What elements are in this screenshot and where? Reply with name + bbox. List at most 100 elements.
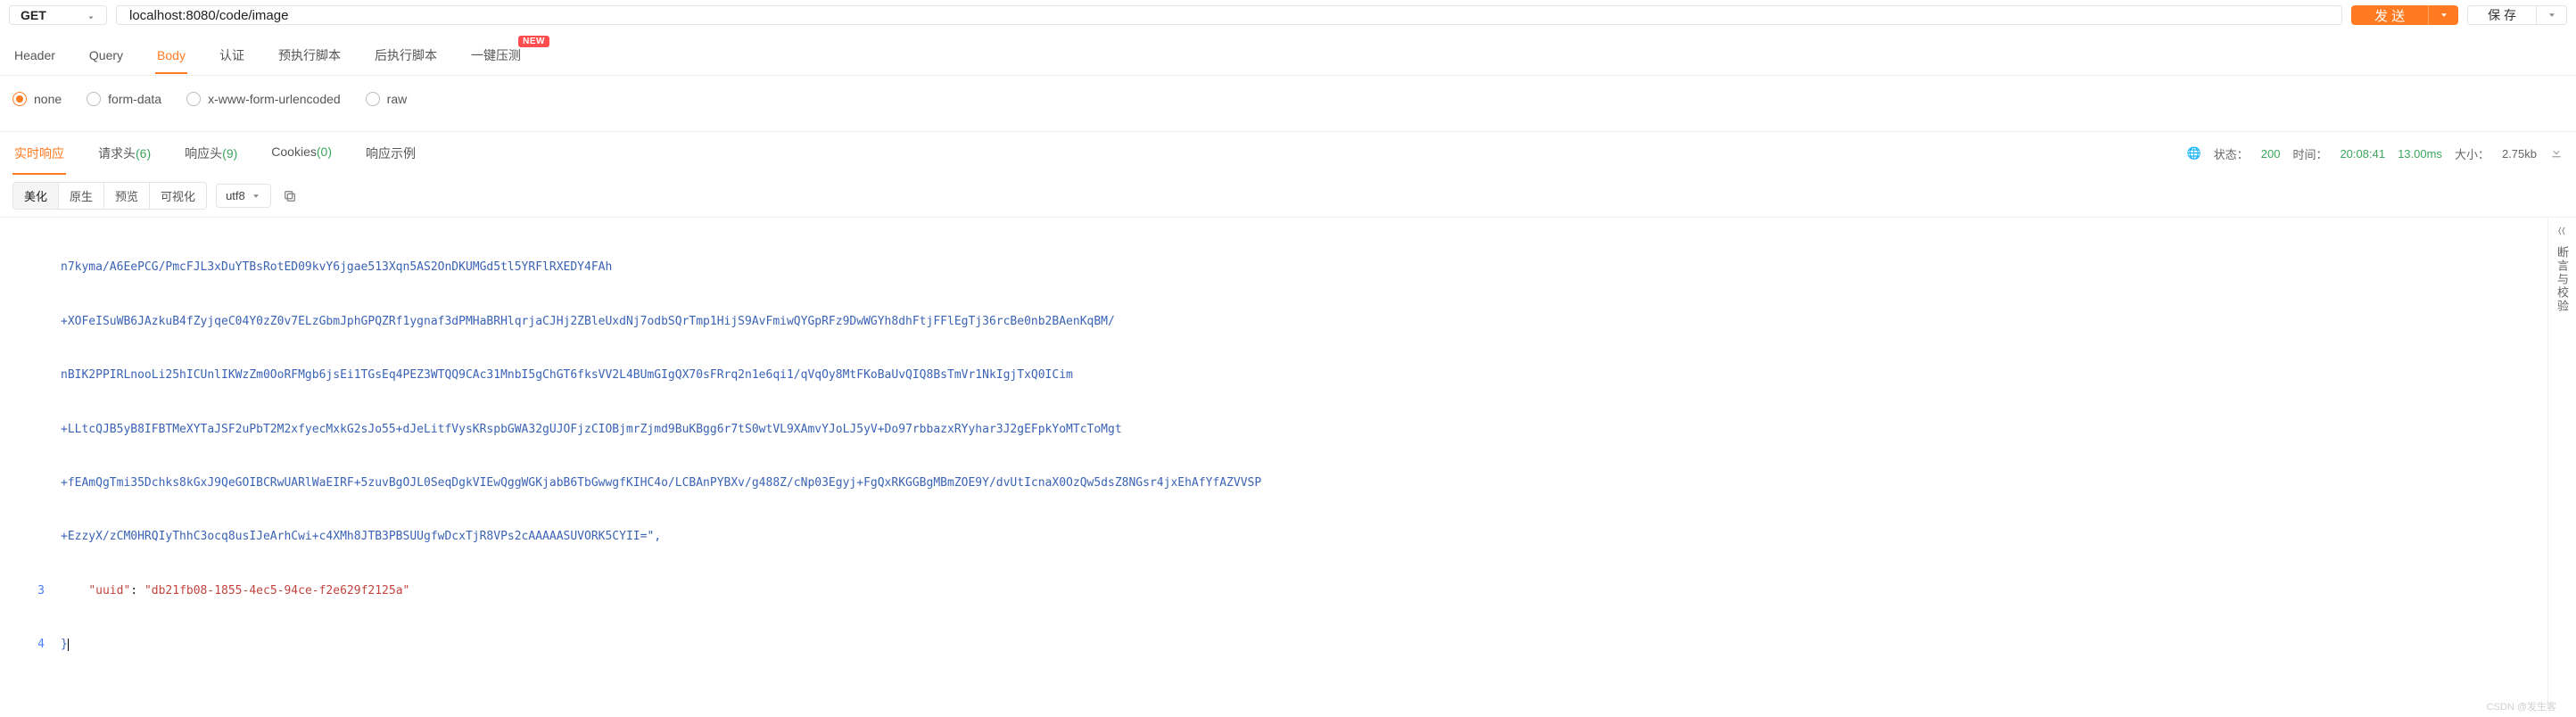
response-tabs: 实时响应 请求头(6) 响应头(9) Cookies(0) 响应示例	[12, 132, 417, 175]
request-row: GET localhost:8080/code/image 发 送 保 存	[0, 0, 2576, 30]
resp-tab-label: 响应头	[185, 146, 222, 161]
status-code: 200	[2261, 147, 2281, 161]
code-line: +XOFeISuWB6JAzkuB4fZyjqeC04Y0zZ0v7ELzGbm…	[61, 313, 2540, 331]
save-button[interactable]: 保 存	[2467, 5, 2537, 25]
collapse-icon[interactable]	[2556, 225, 2569, 237]
send-button-group: 发 送	[2351, 5, 2458, 25]
seg-pretty[interactable]: 美化	[13, 183, 59, 209]
http-method-select[interactable]: GET	[9, 5, 107, 25]
editor-row: +fEAmQgTmi35Dchks8kGxJ9QeGOIBCRwUARlWaEI…	[7, 474, 2540, 492]
tab-load-test-label: 一键压测	[471, 48, 521, 62]
resp-tab-label: 请求头	[98, 146, 136, 161]
response-header: 实时响应 请求头(6) 响应头(9) Cookies(0) 响应示例 🌐 状态：…	[0, 131, 2576, 175]
body-type-form-data[interactable]: form-data	[87, 92, 161, 106]
save-dropdown[interactable]	[2537, 5, 2567, 25]
count-badge: (9)	[222, 146, 237, 161]
radio-label: raw	[387, 92, 408, 106]
time-value: 20:08:41	[2340, 147, 2385, 161]
tab-header[interactable]: Header	[12, 41, 57, 73]
tab-load-test[interactable]: 一键压测 NEW	[469, 39, 523, 75]
line-number	[7, 259, 61, 276]
editor-row: n7kyma/A6EePCG/PmcFJL3xDuYTBsRotED09kvY6…	[7, 259, 2540, 276]
line-number: 4	[7, 636, 61, 654]
size-label: 大小：	[2455, 145, 2489, 162]
body-type-x-www-form-urlencoded[interactable]: x-www-form-urlencoded	[186, 92, 341, 106]
line-number	[7, 528, 61, 546]
tab-auth[interactable]: 认证	[218, 39, 246, 75]
resp-tab-label: Cookies	[271, 144, 317, 159]
response-body-wrap: n7kyma/A6EePCG/PmcFJL3xDuYTBsRotED09kvY6…	[0, 218, 2576, 708]
assertions-sidebar: 断言与校验	[2547, 218, 2576, 708]
body-type-options: none form-data x-www-form-urlencoded raw	[0, 76, 2576, 131]
save-button-group: 保 存	[2467, 5, 2567, 25]
code-line: nBIK2PPIRLnooLi25hICUnlIKWzZm0OoRFMgb6js…	[61, 367, 2540, 384]
chevron-down-icon	[87, 11, 95, 20]
cursor-icon	[68, 639, 69, 651]
seg-visualize[interactable]: 可视化	[150, 183, 206, 209]
duration-value: 13.00ms	[2398, 147, 2442, 161]
resp-tab-request-headers[interactable]: 请求头(6)	[96, 132, 153, 175]
new-badge: NEW	[518, 36, 549, 47]
line-number	[7, 367, 61, 384]
radio-icon	[12, 92, 27, 106]
status-label: 状态：	[2214, 145, 2249, 162]
seg-raw[interactable]: 原生	[59, 183, 104, 209]
line-number	[7, 313, 61, 331]
size-value: 2.75kb	[2502, 147, 2537, 161]
body-type-none[interactable]: none	[12, 92, 62, 106]
radio-icon	[366, 92, 380, 106]
copy-icon[interactable]	[280, 186, 300, 206]
code-line: +EzzyX/zCM0HRQIyThhC3ocq8usIJeArhCwi+c4X…	[61, 528, 2540, 546]
line-number	[7, 421, 61, 439]
seg-preview[interactable]: 预览	[104, 183, 150, 209]
resp-tab-realtime[interactable]: 实时响应	[12, 132, 66, 175]
url-text: localhost:8080/code/image	[129, 8, 288, 23]
editor-row: 4 }	[7, 636, 2540, 654]
encoding-select[interactable]: utf8	[216, 184, 271, 208]
code-line: "uuid": "db21fb08-1855-4ec5-94ce-f2e629f…	[61, 582, 2540, 600]
code-line: }	[61, 636, 2540, 654]
send-dropdown[interactable]	[2428, 5, 2458, 25]
code-line: +LLtcQJB5yB8IFBTMeXYTaJSF2uPbT2M2xfyecMx…	[61, 421, 2540, 439]
line-number	[7, 474, 61, 492]
time-label: 时间：	[2292, 145, 2327, 162]
code-line: n7kyma/A6EePCG/PmcFJL3xDuYTBsRotED09kvY6…	[61, 259, 2540, 276]
view-mode-segment: 美化 原生 预览 可视化	[12, 182, 207, 210]
line-number: 3	[7, 582, 61, 600]
assertions-toggle[interactable]: 断言与校验	[2554, 246, 2571, 313]
send-button[interactable]: 发 送	[2351, 5, 2428, 25]
body-type-raw[interactable]: raw	[366, 92, 408, 106]
radio-icon	[87, 92, 101, 106]
code-line: +fEAmQgTmi35Dchks8kGxJ9QeGOIBCRwUARlWaEI…	[61, 474, 2540, 492]
radio-label: form-data	[108, 92, 161, 106]
radio-icon	[186, 92, 201, 106]
editor-row: +EzzyX/zCM0HRQIyThhC3ocq8usIJeArhCwi+c4X…	[7, 528, 2540, 546]
tab-query[interactable]: Query	[87, 41, 125, 73]
editor-row: nBIK2PPIRLnooLi25hICUnlIKWzZm0OoRFMgb6js…	[7, 367, 2540, 384]
download-icon[interactable]	[2549, 145, 2564, 162]
resp-tab-examples[interactable]: 响应示例	[364, 132, 417, 175]
response-editor[interactable]: n7kyma/A6EePCG/PmcFJL3xDuYTBsRotED09kvY6…	[0, 218, 2547, 708]
editor-row: +LLtcQJB5yB8IFBTMeXYTaJSF2uPbT2M2xfyecMx…	[7, 421, 2540, 439]
request-tabs: Header Query Body 认证 预执行脚本 后执行脚本 一键压测 NE…	[0, 30, 2576, 76]
radio-label: x-www-form-urlencoded	[208, 92, 341, 106]
tab-post-script[interactable]: 后执行脚本	[373, 39, 439, 75]
tab-body[interactable]: Body	[155, 41, 187, 73]
editor-row: +XOFeISuWB6JAzkuB4fZyjqeC04Y0zZ0v7ELzGbm…	[7, 313, 2540, 331]
response-toolbar: 美化 原生 预览 可视化 utf8	[0, 175, 2576, 218]
json-key: "uuid"	[88, 584, 130, 598]
count-badge: (6)	[136, 146, 151, 161]
globe-icon[interactable]: 🌐	[2187, 146, 2201, 161]
count-badge: (0)	[317, 144, 332, 159]
tab-pre-script[interactable]: 预执行脚本	[277, 39, 343, 75]
radio-label: none	[34, 92, 62, 106]
resp-tab-cookies[interactable]: Cookies(0)	[269, 132, 334, 175]
json-value: "db21fb08-1855-4ec5-94ce-f2e629f2125a"	[144, 584, 409, 598]
chevron-down-icon	[251, 191, 261, 202]
editor-row: 3 "uuid": "db21fb08-1855-4ec5-94ce-f2e62…	[7, 582, 2540, 600]
resp-tab-response-headers[interactable]: 响应头(9)	[183, 132, 239, 175]
http-method-value: GET	[21, 8, 46, 22]
response-meta: 🌐 状态： 200 时间： 20:08:41 13.00ms 大小： 2.75k…	[2187, 145, 2564, 162]
encoding-value: utf8	[226, 189, 245, 202]
url-input[interactable]: localhost:8080/code/image	[116, 5, 2342, 25]
